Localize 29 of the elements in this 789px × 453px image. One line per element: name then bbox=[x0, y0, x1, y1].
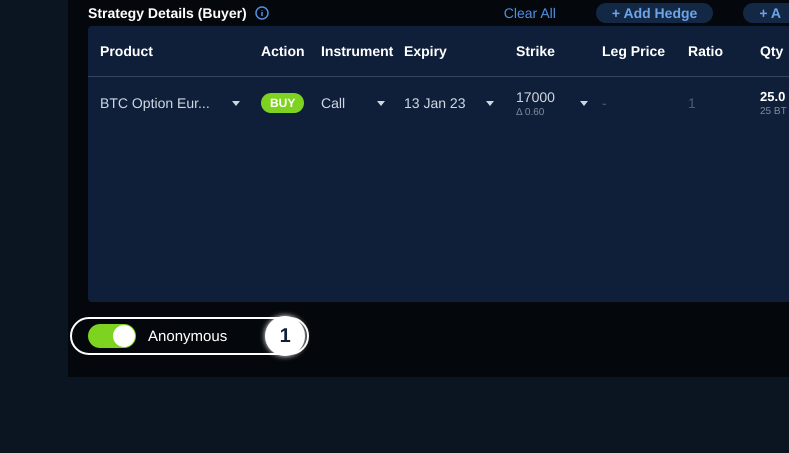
anonymous-label: Anonymous bbox=[148, 328, 228, 344]
column-header: Expiry bbox=[404, 43, 447, 59]
step-badge: 1 bbox=[265, 316, 306, 356]
caret-icon bbox=[486, 100, 494, 106]
table-cell: 1 bbox=[688, 95, 696, 111]
caret-icon bbox=[377, 100, 385, 106]
column-header: Product bbox=[100, 43, 153, 59]
section-title: Strategy Details (Buyer) bbox=[88, 5, 247, 21]
caret-icon bbox=[232, 100, 240, 106]
table-cell[interactable]: BTC Option Eur... bbox=[100, 95, 232, 111]
table-cell-text: 25.0 bbox=[760, 89, 786, 104]
toggle-switch[interactable] bbox=[88, 324, 136, 348]
table-cell[interactable]: Call bbox=[321, 95, 377, 111]
add-button[interactable]: + A bbox=[743, 3, 789, 23]
table-cell: - bbox=[602, 95, 607, 111]
table-cell[interactable]: 17000 bbox=[516, 88, 580, 104]
column-header: Qty bbox=[760, 43, 784, 59]
caret-icon bbox=[580, 100, 588, 106]
column-header: Leg Price bbox=[602, 43, 666, 59]
clear-all-link[interactable]: Clear All bbox=[504, 5, 556, 21]
info-icon[interactable] bbox=[254, 6, 269, 20]
column-header: Ratio bbox=[688, 43, 723, 59]
column-header: Instrument bbox=[321, 43, 394, 59]
column-header: Action bbox=[261, 43, 305, 59]
table-cell[interactable]: 13 Jan 23 bbox=[404, 95, 486, 111]
qty-unit: 25 BT bbox=[760, 106, 787, 117]
delta-value: Δ 0.60 bbox=[516, 106, 546, 118]
add-button[interactable]: + Add Hedge bbox=[596, 3, 714, 23]
column-header: Strike bbox=[516, 43, 555, 59]
